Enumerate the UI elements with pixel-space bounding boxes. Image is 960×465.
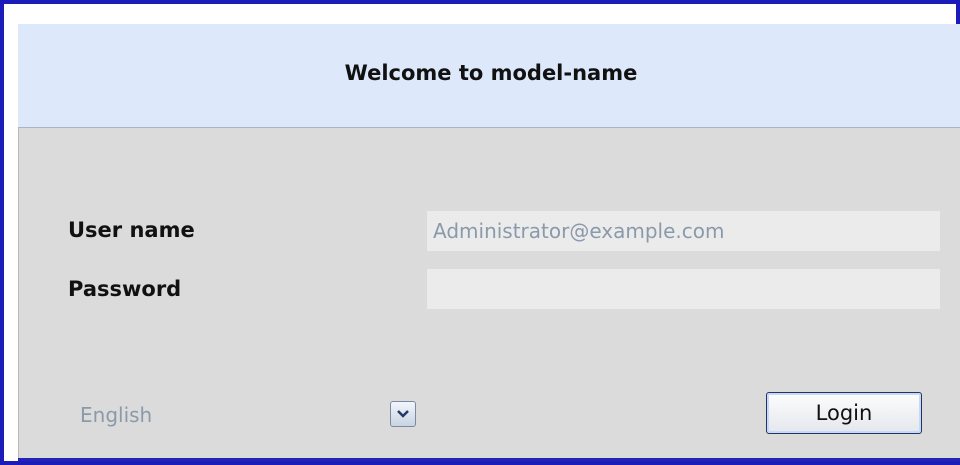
- language-select[interactable]: English: [68, 396, 424, 436]
- username-label: User name: [68, 218, 195, 242]
- panel-bottom-border: [18, 458, 960, 461]
- password-input[interactable]: [427, 269, 940, 309]
- login-button[interactable]: Login: [766, 392, 922, 434]
- language-selected-value: English: [80, 403, 153, 427]
- username-input[interactable]: [427, 211, 940, 251]
- page-title: Welcome to model-name: [344, 61, 638, 85]
- chevron-down-icon[interactable]: [390, 401, 416, 427]
- password-label: Password: [68, 277, 182, 301]
- welcome-header: Welcome to model-name: [18, 24, 960, 128]
- login-window: Welcome to model-name User name Password…: [0, 0, 960, 465]
